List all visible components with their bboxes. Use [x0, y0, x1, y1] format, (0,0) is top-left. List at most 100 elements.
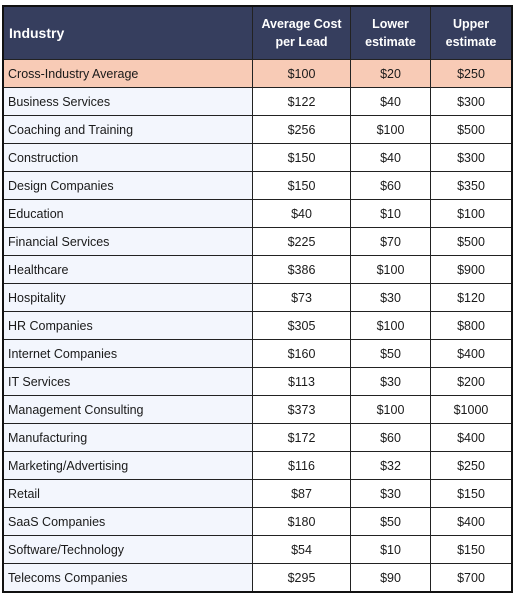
average-cost-cell: $373: [252, 395, 351, 424]
lower-estimate-cell: $100: [350, 395, 431, 424]
lower-estimate-cell: $10: [350, 535, 431, 564]
industry-cell: IT Services: [2, 367, 253, 396]
industry-cell: Telecoms Companies: [2, 563, 253, 593]
upper-estimate-cell: $1000: [430, 395, 513, 424]
lower-estimate-cell: $60: [350, 171, 431, 200]
upper-estimate-cell: $400: [430, 423, 513, 452]
lower-estimate-cell: $100: [350, 255, 431, 284]
table-row: Retail $87 $30 $150: [2, 479, 513, 508]
table-body: Cross-Industry Average $100 $20 $250 Busines…: [2, 59, 513, 593]
upper-estimate-cell: $400: [430, 507, 513, 536]
industry-cell: Marketing/Advertising: [2, 451, 253, 480]
table-row: Construction $150 $40 $300: [2, 143, 513, 172]
lower-estimate-cell: $40: [350, 87, 431, 116]
average-cost-cell: $160: [252, 339, 351, 368]
table-row: Education $40 $10 $100: [2, 199, 513, 228]
table-header: Industry Average Cost per Lead Lower est…: [2, 5, 513, 60]
lower-estimate-cell: $60: [350, 423, 431, 452]
table-row: Software/Technology $54 $10 $150: [2, 535, 513, 564]
average-cost-cell: $172: [252, 423, 351, 452]
table-row: Hospitality $73 $30 $120: [2, 283, 513, 312]
industry-cell: Cross-Industry Average: [2, 59, 253, 88]
average-cost-cell: $87: [252, 479, 351, 508]
industry-cell: SaaS Companies: [2, 507, 253, 536]
average-cost-cell: $256: [252, 115, 351, 144]
lower-estimate-cell: $32: [350, 451, 431, 480]
industry-cell: Healthcare: [2, 255, 253, 284]
upper-estimate-cell: $100: [430, 199, 513, 228]
table-row: IT Services $113 $30 $200: [2, 367, 513, 396]
industry-cell: HR Companies: [2, 311, 253, 340]
average-cost-cell: $113: [252, 367, 351, 396]
upper-estimate-cell: $250: [430, 59, 513, 88]
lower-estimate-cell: $70: [350, 227, 431, 256]
average-cost-cell: $150: [252, 143, 351, 172]
average-cost-cell: $180: [252, 507, 351, 536]
industry-cell: Internet Companies: [2, 339, 253, 368]
table-row: SaaS Companies $180 $50 $400: [2, 507, 513, 536]
header-lower-estimate: Lower estimate: [350, 5, 431, 60]
industry-cell: Construction: [2, 143, 253, 172]
lower-estimate-cell: $30: [350, 283, 431, 312]
average-cost-cell: $122: [252, 87, 351, 116]
industry-cell: Manufacturing: [2, 423, 253, 452]
header-average-cost: Average Cost per Lead: [252, 5, 351, 60]
table-row-highlight: Cross-Industry Average $100 $20 $250: [2, 59, 513, 88]
table-row: Coaching and Training $256 $100 $500: [2, 115, 513, 144]
lower-estimate-cell: $100: [350, 115, 431, 144]
industry-cell: Management Consulting: [2, 395, 253, 424]
industry-cell: Software/Technology: [2, 535, 253, 564]
lower-estimate-cell: $30: [350, 367, 431, 396]
average-cost-cell: $305: [252, 311, 351, 340]
industry-cell: Business Services: [2, 87, 253, 116]
industry-cell: Hospitality: [2, 283, 253, 312]
lower-estimate-cell: $10: [350, 199, 431, 228]
upper-estimate-cell: $300: [430, 143, 513, 172]
table-row: Healthcare $386 $100 $900: [2, 255, 513, 284]
header-row: Industry Average Cost per Lead Lower est…: [2, 5, 513, 60]
upper-estimate-cell: $150: [430, 535, 513, 564]
upper-estimate-cell: $700: [430, 563, 513, 593]
upper-estimate-cell: $150: [430, 479, 513, 508]
table-row: Financial Services $225 $70 $500: [2, 227, 513, 256]
industry-cell: Design Companies: [2, 171, 253, 200]
upper-estimate-cell: $120: [430, 283, 513, 312]
table-row: Internet Companies $160 $50 $400: [2, 339, 513, 368]
upper-estimate-cell: $900: [430, 255, 513, 284]
average-cost-cell: $225: [252, 227, 351, 256]
lower-estimate-cell: $30: [350, 479, 431, 508]
upper-estimate-cell: $250: [430, 451, 513, 480]
header-upper-estimate: Upper estimate: [430, 5, 513, 60]
lower-estimate-cell: $90: [350, 563, 431, 593]
table-row: Marketing/Advertising $116 $32 $250: [2, 451, 513, 480]
table-row: Manufacturing $172 $60 $400: [2, 423, 513, 452]
average-cost-cell: $386: [252, 255, 351, 284]
header-industry: Industry: [2, 5, 253, 60]
average-cost-cell: $150: [252, 171, 351, 200]
lower-estimate-cell: $20: [350, 59, 431, 88]
table-row: Management Consulting $373 $100 $1000: [2, 395, 513, 424]
upper-estimate-cell: $500: [430, 115, 513, 144]
upper-estimate-cell: $200: [430, 367, 513, 396]
upper-estimate-cell: $500: [430, 227, 513, 256]
industry-cell: Education: [2, 199, 253, 228]
average-cost-cell: $54: [252, 535, 351, 564]
average-cost-cell: $116: [252, 451, 351, 480]
industry-cell: Coaching and Training: [2, 115, 253, 144]
lower-estimate-cell: $100: [350, 311, 431, 340]
industry-cell: Retail: [2, 479, 253, 508]
lower-estimate-cell: $50: [350, 339, 431, 368]
upper-estimate-cell: $300: [430, 87, 513, 116]
table-row: HR Companies $305 $100 $800: [2, 311, 513, 340]
upper-estimate-cell: $800: [430, 311, 513, 340]
upper-estimate-cell: $350: [430, 171, 513, 200]
industry-cell: Financial Services: [2, 227, 253, 256]
average-cost-cell: $40: [252, 199, 351, 228]
average-cost-cell: $73: [252, 283, 351, 312]
lower-estimate-cell: $50: [350, 507, 431, 536]
upper-estimate-cell: $400: [430, 339, 513, 368]
average-cost-cell: $295: [252, 563, 351, 593]
table-row: Telecoms Companies $295 $90 $700: [2, 563, 513, 593]
lower-estimate-cell: $40: [350, 143, 431, 172]
table-row: Business Services $122 $40 $300: [2, 87, 513, 116]
